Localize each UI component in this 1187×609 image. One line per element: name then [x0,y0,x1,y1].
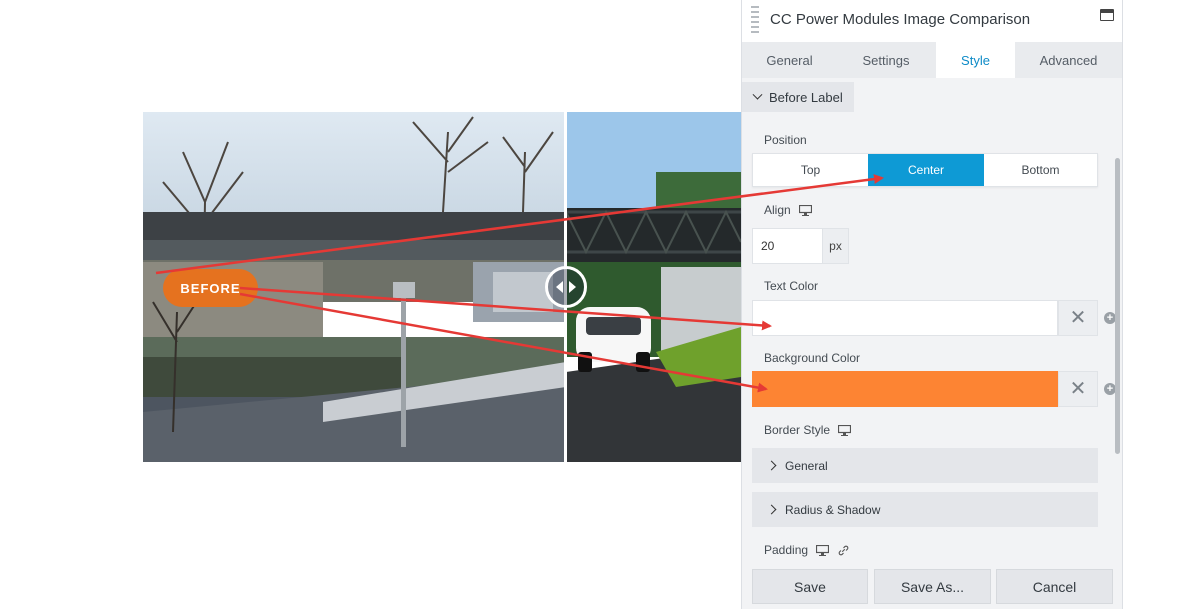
border-general-toggle[interactable]: General [752,448,1098,483]
tab-general[interactable]: General [742,42,837,78]
chevron-down-icon [752,89,763,100]
image-comparison[interactable]: BEFORE [143,112,741,462]
close-icon: ✕ [1069,378,1087,400]
text-color-clear-button[interactable]: ✕ [1058,300,1098,336]
tab-settings[interactable]: Settings [837,42,935,78]
link-icon[interactable] [837,545,850,556]
chevron-right-icon [766,504,777,515]
before-label: BEFORE [163,269,258,307]
panel-scrollbar[interactable] [1115,158,1120,454]
close-icon: ✕ [1069,307,1087,329]
drag-handle-icon[interactable] [751,6,759,34]
background-color-swatch[interactable] [752,371,1058,407]
after-image [566,112,741,462]
cancel-button[interactable]: Cancel [996,569,1113,604]
settings-panel: CC Power Modules Image Comparison Genera… [741,0,1123,609]
position-top-button[interactable]: Top [753,154,868,186]
border-style-label: Border Style [764,423,852,437]
left-right-arrows-icon[interactable] [545,266,587,308]
section-label: Before Label [769,89,843,105]
panel-footer: Save Save As... Cancel [742,566,1122,609]
background-color-label: Background Color [764,351,861,365]
text-color-swatch[interactable] [752,300,1058,336]
chevron-right-icon [766,460,777,471]
align-label: Align [764,203,812,217]
monitor-icon[interactable] [798,204,812,216]
section-before-label[interactable]: Before Label [742,82,854,112]
monitor-icon[interactable] [838,424,852,436]
position-label: Position [764,133,807,147]
tab-style[interactable]: Style [936,42,1015,78]
save-as-button[interactable]: Save As... [874,569,991,604]
screen: BEFORE CC Power Modules Image Comparison… [0,0,1187,609]
panel-title: CC Power Modules Image Comparison [770,11,1031,28]
align-unit: px [823,228,849,264]
text-color-label: Text Color [764,279,819,293]
tab-advanced[interactable]: Advanced [1015,42,1122,78]
maximize-icon[interactable] [1100,9,1114,21]
monitor-icon[interactable] [816,544,830,556]
save-button[interactable]: Save [752,569,868,604]
tab-bar: General Settings Style Advanced [742,42,1122,78]
border-radius-shadow-toggle[interactable]: Radius & Shadow [752,492,1098,527]
padding-label: Padding [764,543,850,557]
position-button-group: Top Center Bottom [752,153,1098,187]
align-input[interactable]: 20 [752,228,823,264]
background-color-clear-button[interactable]: ✕ [1058,371,1098,407]
position-bottom-button[interactable]: Bottom [984,154,1097,186]
panel-header[interactable]: CC Power Modules Image Comparison [742,0,1122,42]
position-center-button[interactable]: Center [868,154,984,186]
